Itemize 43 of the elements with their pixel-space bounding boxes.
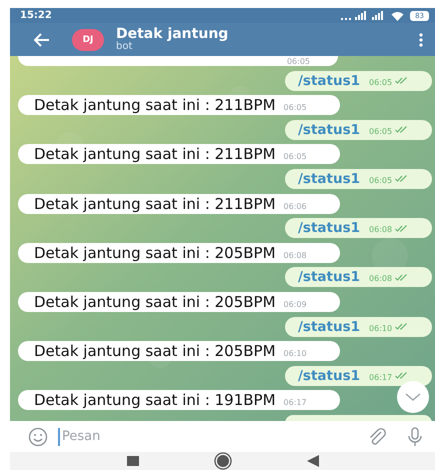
message-text: /status1	[298, 219, 360, 238]
recents-button[interactable]	[126, 456, 138, 466]
message-time: 06:05	[286, 58, 310, 66]
home-button[interactable]	[214, 452, 232, 470]
chat-subtitle: bot	[116, 42, 134, 52]
message-time: 06:17	[284, 398, 307, 408]
message-text: /status1	[298, 72, 360, 91]
back-button[interactable]	[306, 455, 318, 467]
message-time: 06:05	[369, 78, 392, 87]
back-arrow-icon[interactable]	[34, 32, 50, 46]
microphone-icon[interactable]	[407, 426, 423, 446]
signal-icon	[341, 11, 386, 20]
message-time: 06:08	[369, 225, 392, 234]
message-text: /status1	[298, 366, 360, 386]
chevron-down-icon	[405, 393, 421, 401]
message-time: 06:10	[369, 324, 392, 333]
message-time: 06:09	[284, 300, 307, 309]
message-text: Detak jantung saat ini : 205BPM	[34, 292, 276, 312]
message-time: 06:10	[284, 349, 307, 358]
message-text: Detak jantung saat ini : 211BPM	[34, 95, 276, 116]
message-time: 06:05	[284, 103, 307, 112]
message-time: 06:17	[369, 372, 392, 382]
message-text: Detak jantung saat ini : 211BPM	[34, 194, 276, 214]
message-time: 06:05	[284, 152, 307, 162]
message-time: 06:08	[284, 250, 307, 260]
message-text: Detak jantung saat ini : 211BPM	[34, 144, 276, 164]
message-time: 06:06	[284, 202, 307, 211]
message-text: Detak jantung saat ini : 205BPM	[34, 341, 276, 362]
message-text: /status1	[298, 268, 360, 288]
message-text: /status1	[298, 120, 360, 140]
chat-title: Detak jantung	[116, 26, 230, 42]
wifi-icon	[391, 10, 404, 20]
message-time: 06:05	[369, 176, 392, 185]
message-text: /status1	[298, 318, 360, 337]
clock: 15:22	[20, 10, 52, 21]
avatar[interactable]: DJ	[72, 28, 104, 50]
more-options-icon[interactable]	[419, 32, 423, 46]
message-text: Detak jantung saat ini : 205BPM	[34, 242, 276, 263]
message-time: 06:05	[369, 126, 392, 136]
message-time: 06:08	[369, 274, 392, 284]
emoji-icon[interactable]	[28, 426, 48, 446]
message-text: /status1	[298, 170, 360, 189]
message-text: Detak jantung saat ini : 191BPM	[34, 390, 276, 410]
